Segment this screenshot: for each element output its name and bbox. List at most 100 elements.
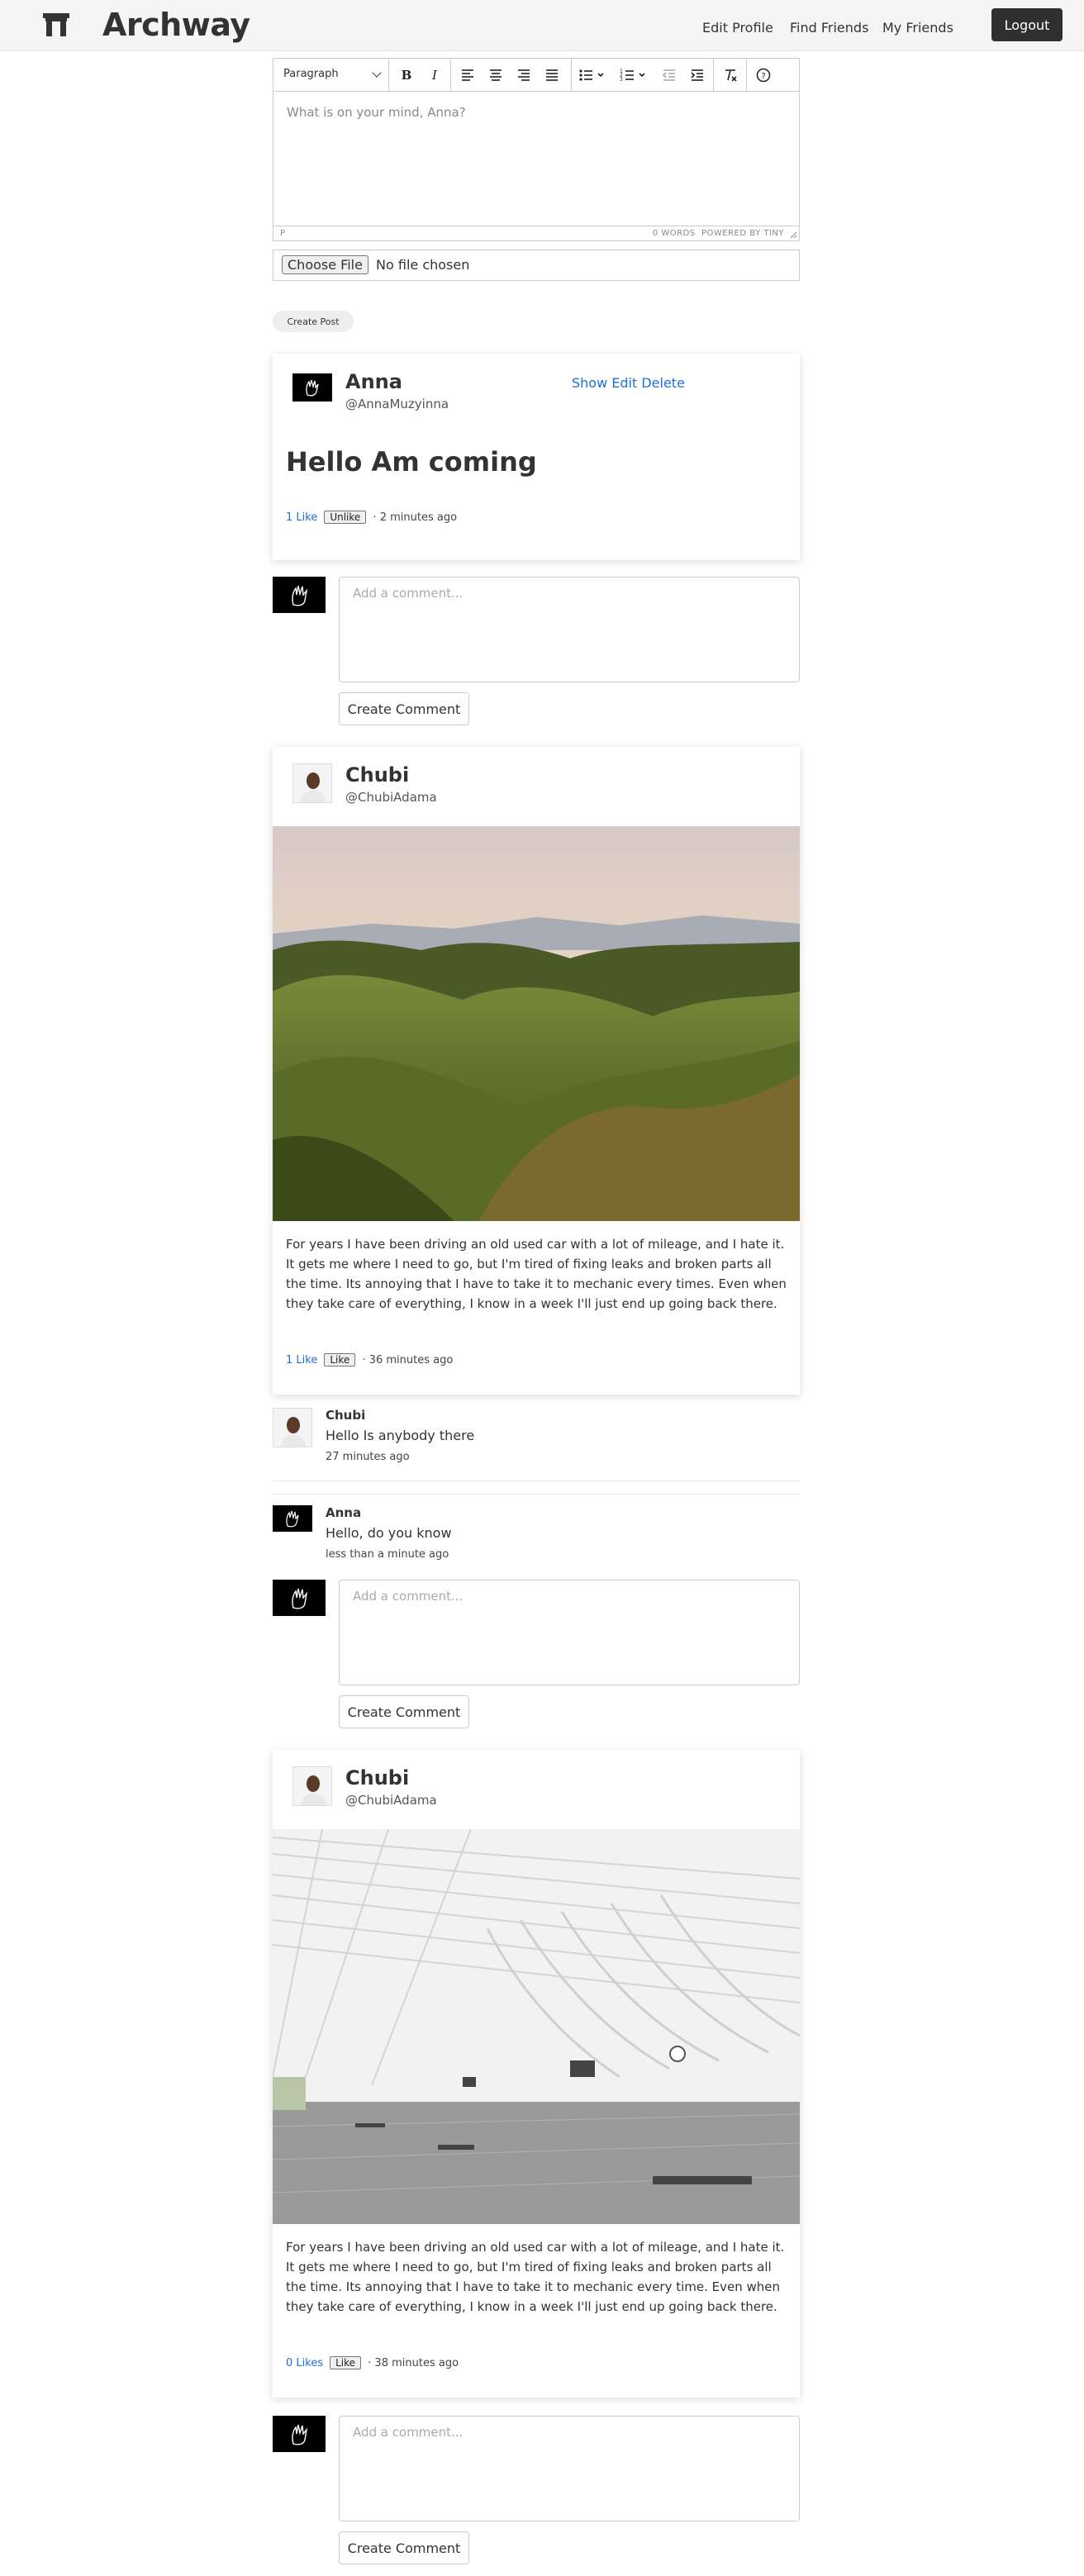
status-element-path[interactable]: P [280, 229, 285, 238]
comment-textarea[interactable]: Add a comment... [339, 2416, 800, 2521]
post-image [273, 1829, 800, 2224]
post-time: · 36 minutes ago [362, 1354, 454, 1366]
hand-logo-icon [306, 379, 319, 397]
show-link[interactable]: Show [572, 375, 607, 391]
like-count[interactable]: 1 Like [286, 1354, 317, 1366]
archway-logo-icon[interactable] [43, 13, 69, 36]
station-architecture-image [273, 1829, 800, 2224]
delete-link[interactable]: Delete [641, 375, 685, 391]
comment-divider [273, 1480, 800, 1481]
comment-textarea[interactable]: Add a comment... [339, 1580, 800, 1685]
comment-text: Hello, do you know [326, 1525, 452, 1541]
align-left-icon[interactable] [457, 65, 478, 85]
edit-link[interactable]: Edit [611, 375, 637, 391]
post-time: · 38 minutes ago [368, 2357, 459, 2369]
svg-text:3: 3 [620, 77, 623, 83]
word-count: 0 WORDS [652, 229, 696, 238]
person-avatar-icon [293, 764, 331, 802]
numbered-list-icon[interactable]: 123 [617, 65, 650, 85]
comment-author[interactable]: Anna [326, 1505, 361, 1520]
nav-find-friends[interactable]: Find Friends [790, 20, 868, 36]
file-status: No file chosen [376, 257, 470, 273]
outdent-icon[interactable] [658, 65, 680, 85]
comment-item: Chubi Hello Is anybody there 27 minutes … [273, 1408, 800, 1474]
post-card: Anna @AnnaMuzyinna Show Edit Delete Hell… [273, 354, 800, 560]
align-justify-icon[interactable] [541, 65, 563, 85]
post-card: Chubi @ChubiAdama For years I have been … [273, 1750, 800, 2398]
person-avatar-icon [293, 1767, 331, 1805]
comment-time: 27 minutes ago [326, 1451, 410, 1463]
post-time: · 2 minutes ago [373, 511, 458, 524]
brand-name[interactable]: Archway [102, 7, 250, 43]
comment-avatar [273, 1408, 312, 1447]
like-count[interactable]: 0 Likes [286, 2357, 323, 2369]
comment-form-avatar [273, 1580, 326, 1616]
author-handle: @AnnaMuzyinna [345, 397, 449, 411]
nav-my-friends[interactable]: My Friends [882, 20, 953, 36]
post-meta: 1 Like Unlike · 2 minutes ago [286, 511, 457, 524]
editor-toolbar: Paragraph B I 123 ? [273, 59, 799, 92]
create-post-button[interactable]: Create Post [273, 311, 354, 332]
chevron-down-icon [372, 68, 382, 78]
help-icon[interactable]: ? [753, 65, 774, 85]
author-handle: @ChubiAdama [345, 790, 437, 805]
comment-author[interactable]: Chubi [326, 1408, 365, 1423]
comment-item: Anna Hello, do you know less than a minu… [273, 1505, 800, 1571]
unlike-button[interactable]: Unlike [324, 511, 367, 524]
logout-button[interactable]: Logout [991, 8, 1063, 41]
editor-content-area[interactable]: What is on your mind, Anna? [273, 92, 799, 226]
post-title: Hello Am coming [286, 446, 537, 478]
resize-handle-icon[interactable] [789, 231, 797, 239]
nav-edit-profile[interactable]: Edit Profile [702, 20, 773, 36]
avatar [292, 1766, 332, 1806]
bullet-list-icon[interactable] [576, 65, 609, 85]
hand-logo-icon [292, 2424, 308, 2445]
author-name[interactable]: Chubi [345, 763, 409, 787]
hand-logo-icon [286, 1510, 299, 1528]
create-comment-button[interactable]: Create Comment [339, 1695, 469, 1728]
author-name[interactable]: Chubi [345, 1766, 409, 1789]
indent-icon[interactable] [687, 65, 708, 85]
create-comment-button[interactable]: Create Comment [339, 2531, 469, 2564]
comment-form-avatar [273, 577, 326, 613]
post-editor: Paragraph B I 123 ? What is on your mind… [273, 58, 800, 241]
powered-by-link[interactable]: POWERED BY TINY [701, 229, 784, 238]
hand-logo-icon [292, 585, 308, 606]
post-body: For years I have been driving an old use… [286, 2240, 785, 2314]
avatar [292, 763, 332, 803]
post-image [273, 826, 800, 1221]
file-input: Choose File No file chosen [273, 250, 800, 281]
like-button[interactable]: Like [324, 1353, 356, 1366]
like-count[interactable]: 1 Like [286, 511, 317, 524]
editor-statusbar: P 0 WORDS POWERED BY TINY [273, 226, 799, 240]
post-actions: Show Edit Delete [572, 375, 685, 391]
avatar [292, 373, 332, 402]
navbar: Archway Edit Profile Find Friends My Fri… [0, 0, 1084, 51]
post-meta: 1 Like Like · 36 minutes ago [286, 1353, 453, 1366]
comment-textarea[interactable]: Add a comment... [339, 577, 800, 682]
block-format-label: Paragraph [283, 68, 339, 80]
clear-formatting-icon[interactable] [720, 65, 741, 85]
post-card: Chubi @ChubiAdama For years I have been … [273, 747, 800, 1395]
person-avatar-icon [273, 1409, 311, 1447]
svg-text:?: ? [761, 72, 765, 81]
post-body: For years I have been driving an old use… [286, 1237, 787, 1311]
hand-logo-icon [292, 1588, 308, 1609]
author-name[interactable]: Anna [345, 370, 402, 393]
comment-avatar [273, 1505, 312, 1532]
block-format-select[interactable]: Paragraph [273, 59, 389, 92]
like-button[interactable]: Like [330, 2356, 362, 2369]
comment-time: less than a minute ago [326, 1548, 449, 1561]
align-center-icon[interactable] [485, 65, 506, 85]
bold-icon[interactable]: B [396, 65, 417, 85]
author-handle: @ChubiAdama [345, 1793, 437, 1808]
status-right: 0 WORDS POWERED BY TINY [653, 229, 784, 238]
italic-icon[interactable]: I [424, 65, 445, 85]
comment-form-avatar [273, 2416, 326, 2452]
create-comment-button[interactable]: Create Comment [339, 692, 469, 725]
align-right-icon[interactable] [513, 65, 535, 85]
comment-text: Hello Is anybody there [326, 1428, 475, 1443]
choose-file-button[interactable]: Choose File [282, 255, 368, 274]
comment-divider [273, 1494, 800, 1495]
landscape-hills-image [273, 826, 800, 1221]
